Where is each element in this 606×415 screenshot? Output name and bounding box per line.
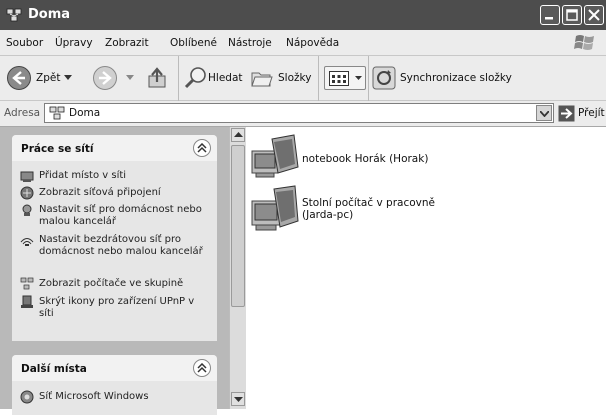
search-label: Hledat xyxy=(208,72,243,84)
close-icon xyxy=(588,9,600,21)
chevron-down-icon xyxy=(540,111,549,117)
chevron-up-icon xyxy=(197,143,207,153)
network-tasks-header[interactable]: Práce se sítí xyxy=(12,135,217,161)
toolbar: Zpět Hledat Složky Synchronizace složky xyxy=(0,56,606,101)
task-setup-home-network[interactable]: Nastavit síť pro domácnost nebo malou ka… xyxy=(20,203,212,229)
maximize-icon xyxy=(566,9,578,21)
upnp-device-icon xyxy=(21,295,33,308)
windows-logo-icon xyxy=(574,35,594,50)
toolbar-separator xyxy=(318,56,319,101)
views-button[interactable] xyxy=(324,66,366,90)
sync-folder-button[interactable]: Synchronizace složky xyxy=(372,62,532,94)
address-value: Doma xyxy=(69,107,101,119)
chevron-down-icon xyxy=(355,76,362,80)
task-pane: Práce se sítí Přidat místo v síti Zobraz… xyxy=(0,127,229,415)
task-view-connections[interactable]: Zobrazit síťová připojení xyxy=(20,186,212,200)
maximize-button[interactable] xyxy=(562,5,582,25)
task-label: Síť Microsoft Windows xyxy=(39,391,149,402)
task-label: Přidat místo v síti xyxy=(39,170,127,181)
chevron-down-icon xyxy=(64,75,72,80)
toolbar-separator xyxy=(368,56,369,101)
menu-favorites[interactable]: Oblíbené xyxy=(170,37,217,49)
menu-bar: Soubor Úpravy Zobrazit Oblíbené Nástroje… xyxy=(0,30,606,56)
content-area: notebook Horák (Horak) Stolní počítač v … xyxy=(246,127,606,409)
sync-icon xyxy=(372,66,396,90)
network-folder-icon xyxy=(49,106,65,120)
menu-help[interactable]: Nápověda xyxy=(286,37,339,49)
computer-label: Stolní počítač v pracovně (Jarda-pc) xyxy=(302,197,435,221)
collapse-button[interactable] xyxy=(193,139,211,157)
forward-button[interactable] xyxy=(92,62,136,94)
network-tasks-title: Práce se sítí xyxy=(21,143,94,155)
other-places-header[interactable]: Další místa xyxy=(12,355,217,381)
address-dropdown-button[interactable] xyxy=(536,105,552,121)
network-tasks-panel: Práce se sítí Přidat místo v síti Zobraz… xyxy=(12,135,217,341)
menu-tools[interactable]: Nástroje xyxy=(228,37,272,49)
computer-item[interactable]: Stolní počítač v pracovně (Jarda-pc) xyxy=(250,185,500,239)
add-network-place-icon xyxy=(20,171,34,182)
network-folder-icon xyxy=(6,8,22,22)
folders-label: Složky xyxy=(278,72,312,84)
address-field[interactable]: Doma xyxy=(44,103,554,123)
minimize-button[interactable] xyxy=(540,5,560,25)
scroll-down-button[interactable] xyxy=(231,392,245,406)
other-places-panel: Další místa Síť Microsoft Windows xyxy=(12,355,217,415)
back-label: Zpět xyxy=(36,72,61,84)
computer-icon xyxy=(251,134,299,178)
go-arrow-icon xyxy=(558,105,575,122)
task-hide-upnp[interactable]: Skrýt ikony pro zařízení UPnP v síti xyxy=(20,295,212,323)
minimize-icon xyxy=(545,17,553,20)
close-button[interactable] xyxy=(584,5,604,25)
task-setup-wireless[interactable]: Nastavit bezdrátovou síť pro domácnost n… xyxy=(20,233,212,271)
sync-label: Synchronizace složky xyxy=(400,72,512,84)
task-view-workgroup[interactable]: Zobrazit počítače ve skupině xyxy=(20,277,212,291)
chevron-up-icon xyxy=(197,363,207,373)
menu-file[interactable]: Soubor xyxy=(6,37,43,49)
back-button[interactable]: Zpět xyxy=(4,62,80,94)
title-bar: Doma xyxy=(0,0,606,30)
computer-label: notebook Horák (Horak) xyxy=(302,153,429,165)
task-label: Zobrazit počítače ve skupině xyxy=(39,278,184,289)
search-button[interactable]: Hledat xyxy=(184,62,246,94)
other-places-title: Další místa xyxy=(21,363,87,375)
home-network-icon xyxy=(22,204,32,216)
go-label: Přejít xyxy=(578,107,605,119)
chevron-down-icon xyxy=(234,397,243,402)
forward-arrow-icon xyxy=(93,66,117,90)
task-label: Zobrazit síťová připojení xyxy=(39,187,161,198)
back-arrow-icon xyxy=(7,66,31,90)
menu-edit[interactable]: Úpravy xyxy=(55,37,93,49)
wireless-icon xyxy=(20,238,34,246)
left-pane-scrollbar[interactable] xyxy=(229,127,246,409)
toolbar-separator xyxy=(178,56,179,101)
address-label: Adresa xyxy=(4,107,41,119)
up-folder-button[interactable] xyxy=(146,64,170,92)
go-button[interactable]: Přejít xyxy=(558,104,605,124)
chevron-up-icon xyxy=(234,132,243,137)
menu-view[interactable]: Zobrazit xyxy=(105,37,149,49)
computer-icon xyxy=(251,185,299,231)
network-connections-icon xyxy=(20,186,34,200)
workgroup-icon xyxy=(20,277,34,290)
collapse-button[interactable] xyxy=(193,359,211,377)
task-add-network-place[interactable]: Přidat místo v síti xyxy=(20,169,212,183)
chevron-down-icon xyxy=(126,75,134,80)
search-icon xyxy=(184,67,206,89)
folders-icon xyxy=(251,72,273,87)
scroll-thumb[interactable] xyxy=(231,145,245,307)
task-label: Skrýt ikony pro zařízení UPnP v síti xyxy=(39,296,195,319)
folders-button[interactable]: Složky xyxy=(250,62,312,94)
windows-network-icon xyxy=(20,390,34,404)
place-microsoft-windows-network[interactable]: Síť Microsoft Windows xyxy=(20,390,212,404)
task-label: Nastavit síť pro domácnost nebo malou ka… xyxy=(39,204,202,227)
window-title: Doma xyxy=(28,7,71,22)
task-label: Nastavit bezdrátovou síť pro domácnost n… xyxy=(39,234,203,257)
computer-item[interactable]: notebook Horák (Horak) xyxy=(250,133,500,179)
up-folder-icon xyxy=(148,67,166,88)
views-icon xyxy=(329,71,349,86)
scroll-up-button[interactable] xyxy=(231,128,245,142)
